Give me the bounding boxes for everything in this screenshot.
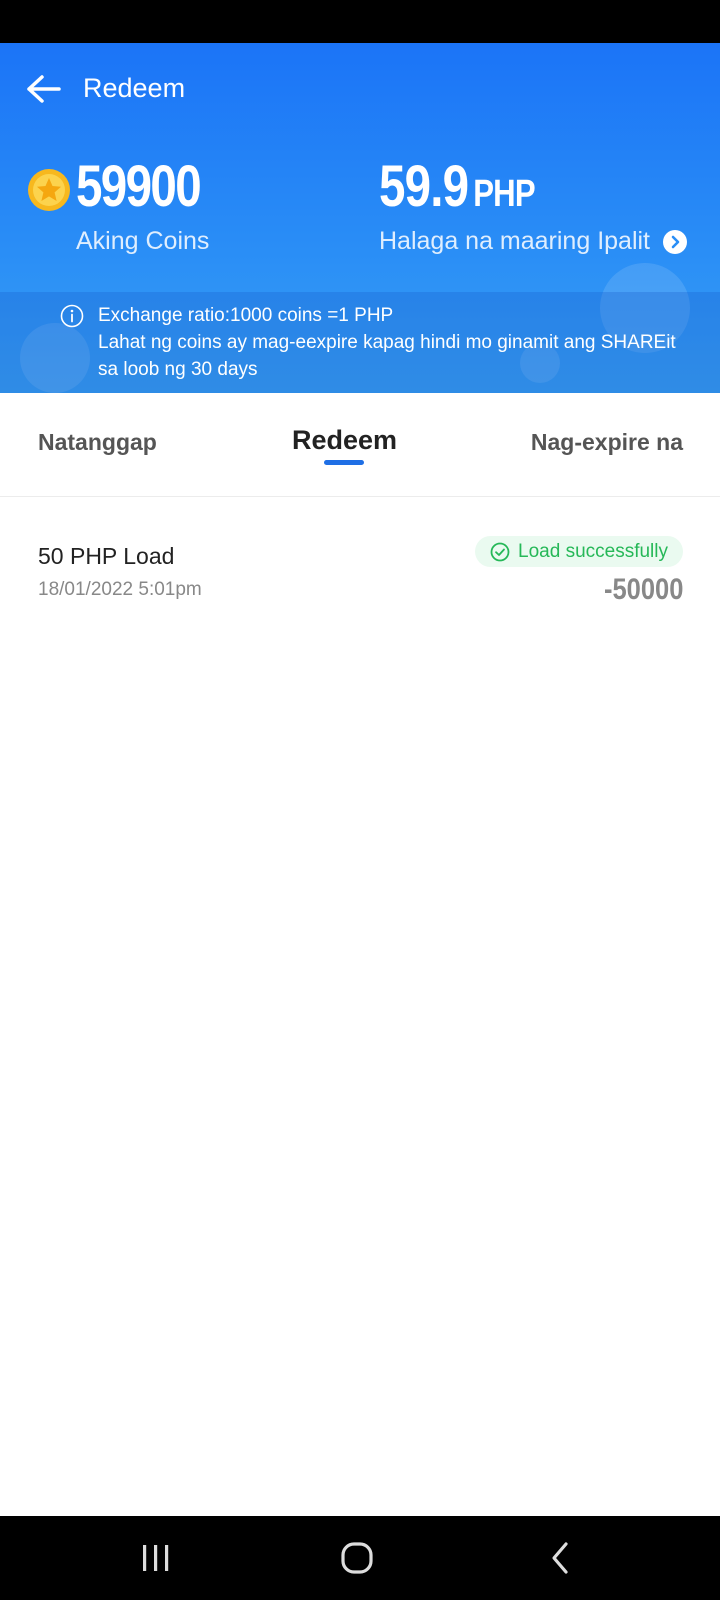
header: Redeem 59900 Aking Coins 59.9 PHP Halaga …	[0, 43, 720, 393]
status-bar	[0, 0, 720, 43]
php-amount: 59.9	[379, 154, 469, 219]
tab-bar: Natanggap Redeem Nag-expire na	[0, 393, 720, 497]
status-text: Load successfully	[518, 540, 668, 562]
chevron-right-circle-icon	[662, 230, 687, 255]
expiry-notice-text: Lahat ng coins ay mag-eexpire kapag hind…	[98, 332, 676, 380]
redeemable-value-link[interactable]: Halaga na maaring Ipalit	[379, 227, 687, 256]
back-arrow-icon	[27, 75, 61, 103]
php-label: Halaga na maaring Ipalit	[379, 227, 650, 255]
home-button[interactable]	[332, 1536, 382, 1580]
info-banner: Exchange ratio:1000 coins =1 PHP Lahat n…	[0, 292, 720, 393]
back-button[interactable]	[24, 69, 64, 109]
recents-button[interactable]	[131, 1536, 181, 1580]
page-title: Redeem	[83, 73, 186, 103]
home-icon	[341, 1542, 373, 1574]
back-nav-icon	[552, 1542, 568, 1574]
info-icon	[60, 304, 84, 328]
tab-nag-expire-na[interactable]: Nag-expire na	[531, 429, 683, 456]
check-circle-icon	[490, 542, 510, 561]
coin-icon	[28, 169, 70, 211]
active-tab-indicator	[324, 460, 364, 465]
tab-redeem[interactable]: Redeem	[292, 425, 397, 456]
list-item[interactable]: 50 PHP Load 18/01/2022 5:01pm Load succe…	[0, 497, 720, 617]
exchange-ratio-text: Exchange ratio:1000 coins =1 PHP	[98, 305, 394, 326]
tab-natanggap[interactable]: Natanggap	[38, 429, 157, 456]
system-nav-bar	[0, 1516, 720, 1600]
info-text: Exchange ratio:1000 coins =1 PHP Lahat n…	[98, 302, 698, 383]
coins-label: Aking Coins	[76, 227, 210, 255]
record-date: 18/01/2022 5:01pm	[38, 579, 202, 600]
php-unit: PHP	[473, 173, 535, 215]
recents-icon	[143, 1545, 169, 1571]
status-badge: Load successfully	[475, 536, 683, 567]
php-value: 59.9 PHP	[379, 158, 536, 216]
coins-balance: 59900	[76, 154, 202, 219]
record-amount: -50000	[603, 573, 683, 606]
record-title: 50 PHP Load	[38, 543, 175, 569]
back-nav-button[interactable]	[535, 1536, 585, 1580]
